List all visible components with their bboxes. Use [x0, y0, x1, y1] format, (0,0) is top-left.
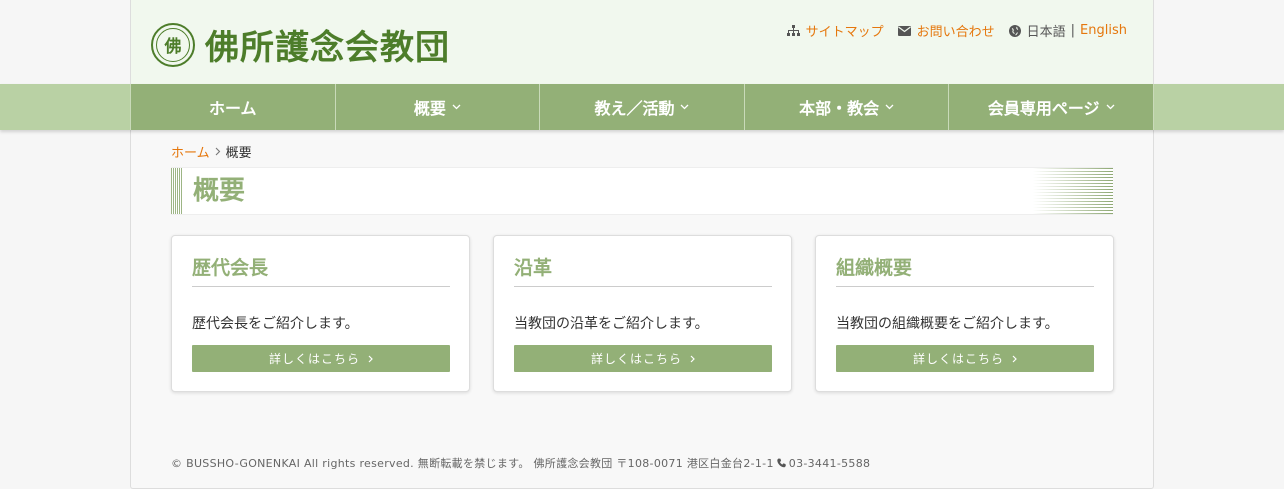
- details-button-label: 詳しくはこちら: [912, 352, 1004, 366]
- card-title: 沿革: [514, 256, 772, 287]
- nav-members-label: 会員専用ページ: [987, 99, 1100, 118]
- sitemap-link-group: サイトマップ: [786, 21, 884, 40]
- page-title-bar: 概要: [171, 167, 1113, 215]
- language-switch: 日本語 | English: [1008, 21, 1127, 40]
- main-nav: ホーム 概要 教え／活動 本部・教会 会員専用ページ: [130, 84, 1154, 130]
- utility-links: サイトマップ お問い合わせ 日本語 | English: [773, 21, 1127, 40]
- contact-link-group: お問い合わせ: [897, 21, 995, 40]
- nav-headquarters[interactable]: 本部・教会: [745, 84, 950, 130]
- footer-phone: 03-3441-5588: [788, 456, 871, 470]
- nav-headquarters-label: 本部・教会: [799, 99, 880, 118]
- nav-home-label: ホーム: [209, 99, 257, 118]
- chevron-down-icon: [452, 104, 461, 110]
- chevron-down-icon: [1106, 104, 1115, 110]
- details-button[interactable]: 詳しくはこちら: [836, 345, 1094, 372]
- sitemap-icon: [786, 25, 800, 36]
- site-footer: © BUSSHO-GONENKAI All rights reserved. 無…: [171, 455, 870, 471]
- card-organization: 組織概要 当教団の組織概要をご紹介します。 詳しくはこちら: [815, 235, 1114, 392]
- breadcrumb: ホーム 概要: [171, 142, 252, 161]
- phone-icon: [777, 458, 786, 468]
- title-right-stripe: [1033, 168, 1113, 214]
- page-title: 概要: [193, 176, 246, 206]
- footer-copyright: © BUSSHO-GONENKAI All rights reserved. 無…: [171, 457, 774, 470]
- card-description: 当教団の沿革をご紹介します。: [514, 316, 709, 332]
- nav-home[interactable]: ホーム: [130, 84, 336, 130]
- card-presidents: 歴代会長 歴代会長をご紹介します。 詳しくはこちら: [171, 235, 470, 392]
- contact-link[interactable]: お問い合わせ: [917, 21, 995, 40]
- logo-text: 佛所護念会教団: [205, 28, 450, 68]
- breadcrumb-current: 概要: [225, 146, 252, 161]
- card-description: 歴代会長をご紹介します。: [192, 316, 359, 332]
- nav-members[interactable]: 会員専用ページ: [949, 84, 1154, 130]
- title-left-stripe: [171, 168, 182, 214]
- chevron-down-icon: [885, 104, 894, 110]
- chevron-right-icon: [368, 355, 373, 363]
- card-title: 組織概要: [836, 256, 1094, 287]
- lang-ja[interactable]: 日本語: [1027, 21, 1066, 40]
- globe-icon: [1008, 24, 1021, 37]
- details-button-label: 詳しくはこちら: [590, 352, 682, 366]
- chevron-right-icon: [215, 147, 221, 156]
- lang-separator: |: [1070, 23, 1076, 38]
- breadcrumb-home[interactable]: ホーム: [171, 142, 210, 161]
- card-description: 当教団の組織概要をご紹介します。: [836, 316, 1059, 332]
- details-button[interactable]: 詳しくはこちら: [192, 345, 450, 372]
- chevron-right-icon: [690, 355, 695, 363]
- details-button-label: 詳しくはこちら: [268, 352, 360, 366]
- card-history: 沿革 当教団の沿革をご紹介します。 詳しくはこちら: [493, 235, 792, 392]
- site-logo[interactable]: 佛 佛所護念会教団: [151, 20, 450, 69]
- chevron-down-icon: [680, 104, 689, 110]
- nav-overview[interactable]: 概要: [336, 84, 541, 130]
- chevron-right-icon: [1012, 355, 1017, 363]
- envelope-icon: [897, 25, 911, 36]
- nav-teachings[interactable]: 教え／活動: [540, 84, 745, 130]
- card-title: 歴代会長: [192, 256, 450, 287]
- site-header: 佛 佛所護念会教団 サイトマップ お問い合わせ 日本語 | English: [130, 0, 1154, 84]
- sitemap-link[interactable]: サイトマップ: [806, 21, 884, 40]
- logo-seal-icon: 佛: [151, 22, 195, 67]
- details-button[interactable]: 詳しくはこちら: [514, 345, 772, 372]
- nav-teachings-label: 教え／活動: [594, 99, 675, 118]
- lang-en-link[interactable]: English: [1080, 23, 1127, 38]
- logo-seal-char: 佛: [164, 37, 182, 57]
- nav-overview-label: 概要: [413, 99, 446, 118]
